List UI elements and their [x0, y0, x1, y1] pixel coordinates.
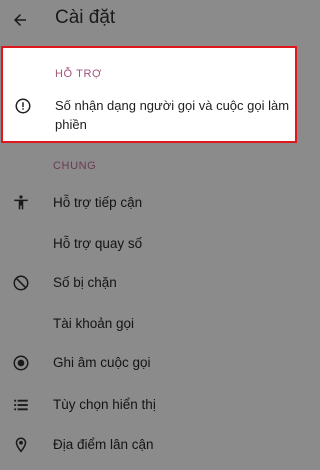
section-header-general: CHUNG: [53, 160, 97, 172]
support-section-highlight: HỖ TRỢ Số nhận dạng người gọi và cuộc gọ…: [1, 46, 297, 143]
app-bar: Cài đặt: [0, 0, 300, 40]
settings-item-blocked-numbers[interactable]: Số bị chặn: [0, 264, 300, 302]
info-circle-icon: [15, 98, 31, 114]
settings-item-nearby-places[interactable]: Địa điểm lân cận: [0, 426, 300, 464]
settings-item-calling-accounts[interactable]: Tài khoản gọi: [0, 305, 300, 343]
settings-item-label: Ghi âm cuộc gọi: [53, 355, 151, 370]
back-button[interactable]: [6, 6, 34, 34]
caller-id-spam-item[interactable]: Số nhận dạng người gọi và cuộc gọi làm p…: [3, 88, 295, 134]
settings-item-dialing-assist[interactable]: Hỗ trợ quay số: [0, 225, 300, 263]
arrow-left-icon: [14, 14, 26, 26]
settings-item-display-options[interactable]: Tùy chọn hiển thị: [0, 386, 300, 424]
block-icon: [11, 273, 31, 293]
settings-item-label: Hỗ trợ quay số: [53, 236, 143, 251]
settings-item-label: Địa điểm lân cận: [53, 437, 154, 452]
settings-item-label: Tài khoản gọi: [53, 316, 135, 331]
settings-item-label: Hỗ trợ tiếp cận: [53, 195, 143, 210]
record-icon: [11, 353, 31, 373]
location-pin-icon: [11, 435, 31, 455]
settings-item-label: Tùy chọn hiển thị: [53, 397, 156, 412]
section-header-support: HỖ TRỢ: [55, 68, 103, 80]
accessibility-icon: [11, 193, 31, 213]
settings-item-label: Số bị chặn: [53, 275, 117, 290]
list-icon: [11, 395, 31, 415]
caller-id-spam-label: Số nhận dạng người gọi và cuộc gọi làm p…: [55, 98, 290, 132]
page-title: Cài đặt: [55, 7, 116, 28]
settings-item-call-recording[interactable]: Ghi âm cuộc gọi: [0, 344, 300, 382]
settings-item-accessibility[interactable]: Hỗ trợ tiếp cận: [0, 184, 300, 222]
